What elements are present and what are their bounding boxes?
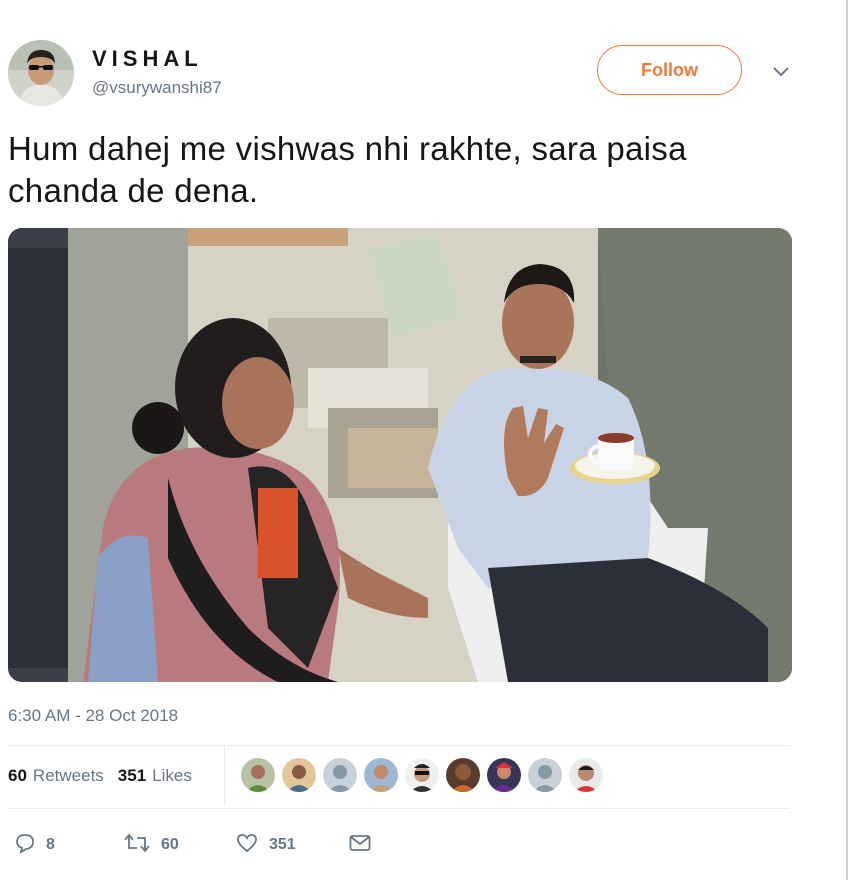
likes-count: 351 [117,766,147,785]
divider [8,808,790,809]
envelope-icon [348,832,372,859]
stats-separator [224,746,225,804]
tweet-actions: 8 60 351 [8,830,788,860]
tweet-text-line: chanda de dena. [8,172,259,209]
liker-avatar[interactable] [487,758,521,792]
default-avatar-icon[interactable] [323,758,357,792]
liker-avatar[interactable] [282,758,316,792]
tweet-text-line: Hum dahej me vishwas nhi rakhte, sara pa… [8,130,687,167]
engagement-stats: 60 Retweets 351 Likes [8,766,206,786]
retweet-button[interactable]: 60 [123,830,179,860]
tweet-photo[interactable] [8,228,792,682]
retweets-stat[interactable]: 60 Retweets [8,766,104,786]
heart-icon [235,832,259,859]
retweet-count: 60 [161,836,179,853]
tweet-text: Hum dahej me vishwas nhi rakhte, sara pa… [8,128,808,212]
reply-icon [14,832,36,859]
follow-button[interactable]: Follow [597,45,742,95]
liker-avatar[interactable] [241,758,275,792]
user-avatar[interactable] [8,40,74,106]
default-avatar-icon[interactable] [528,758,562,792]
direct-message-button[interactable] [348,830,372,860]
liker-avatar[interactable] [405,758,439,792]
display-name[interactable]: VISHAL [92,46,203,72]
like-count: 351 [269,836,296,853]
retweets-label: Retweets [32,766,104,785]
likes-stat[interactable]: 351 Likes [118,766,192,786]
like-button[interactable]: 351 [235,830,296,860]
chevron-down-icon[interactable] [771,64,791,80]
liker-avatars [241,758,610,792]
liker-avatar[interactable] [364,758,398,792]
retweets-count: 60 [8,766,27,785]
liker-avatar[interactable] [446,758,480,792]
liker-avatar[interactable] [569,758,603,792]
window-border [846,0,848,880]
divider [8,745,790,746]
retweet-icon [123,832,151,859]
tweet-timestamp[interactable]: 6:30 AM - 28 Oct 2018 [8,706,178,726]
likes-label: Likes [152,766,192,785]
reply-count: 8 [46,836,55,853]
reply-button[interactable]: 8 [14,830,55,860]
user-handle[interactable]: @vsurywanshi87 [92,78,222,98]
